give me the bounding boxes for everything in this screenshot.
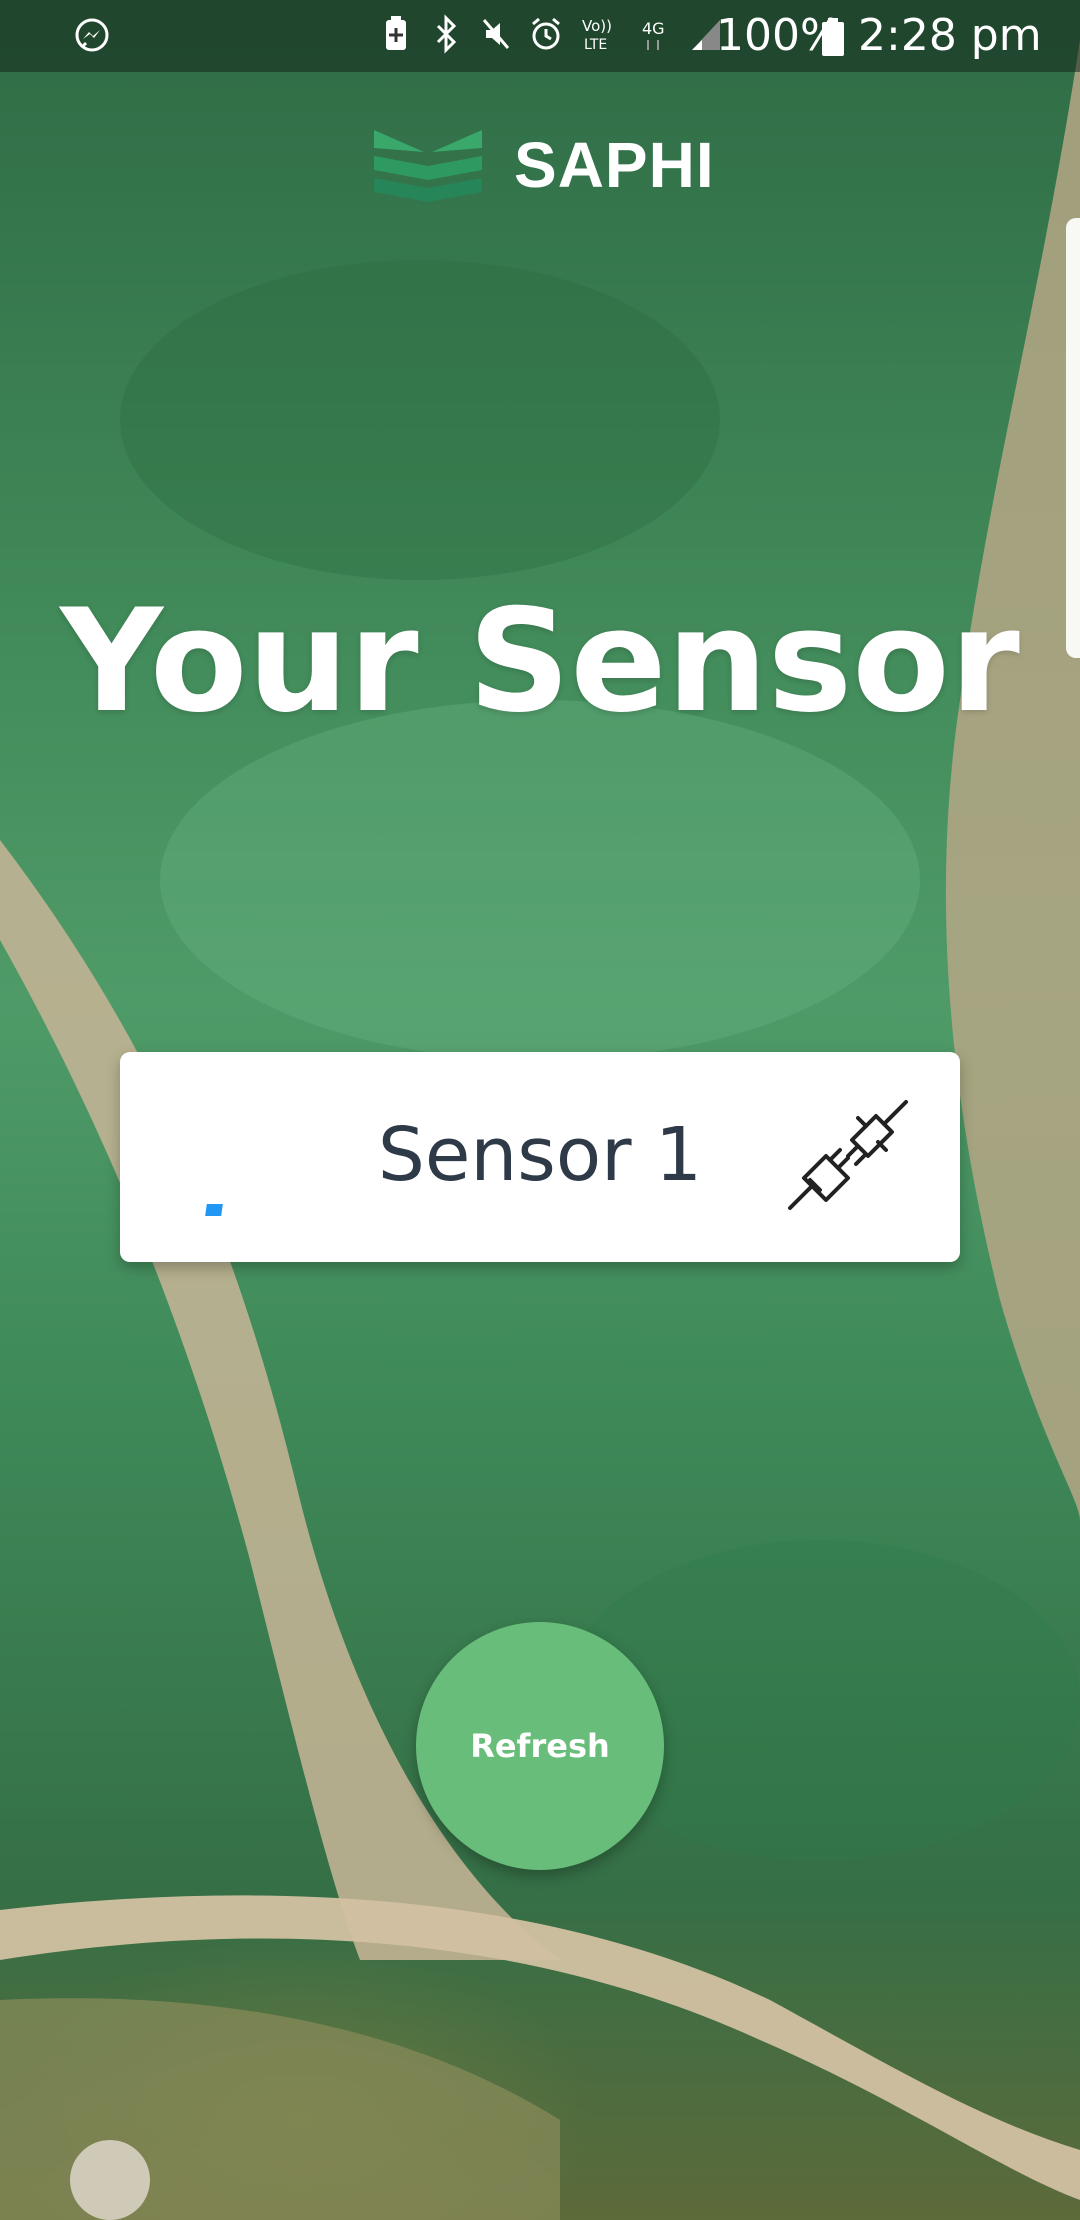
scroll-edge-handle[interactable] <box>1066 218 1080 658</box>
refresh-button-label: Refresh <box>470 1727 610 1765</box>
sensor-card[interactable]: Sensor 1 <box>120 1052 960 1262</box>
status-time: 2:28 pm <box>858 10 1042 61</box>
battery-icon <box>822 18 844 56</box>
network-label: 4G <box>642 19 665 38</box>
refresh-button[interactable]: Refresh <box>416 1622 664 1870</box>
mute-icon <box>482 19 510 49</box>
volte-top-label: Vo)) <box>582 17 612 35</box>
app-screen: Vo)) LTE 4G 100% 2:28 pm SAPHI Your Sens… <box>0 0 1080 2220</box>
page-title: Your Sensor <box>60 579 1020 744</box>
sensor-status-indicator <box>205 1204 223 1216</box>
network-4g-icon: 4G <box>642 19 665 50</box>
volte-icon: Vo)) LTE <box>582 17 612 53</box>
system-icons: Vo)) LTE 4G <box>380 14 724 54</box>
plug-connection-icon[interactable] <box>780 1090 914 1224</box>
bluetooth-icon <box>436 14 457 54</box>
saphi-logo: SAPHI <box>372 126 715 204</box>
alarm-icon <box>532 17 560 50</box>
brand-name: SAPHI <box>514 129 715 201</box>
battery-saver-icon <box>386 16 406 50</box>
messenger-icon <box>75 18 109 52</box>
volte-bottom-label: LTE <box>584 37 607 53</box>
status-bar: Vo)) LTE 4G 100% 2:28 pm <box>0 0 1080 72</box>
saphi-logo-icon <box>374 130 482 202</box>
